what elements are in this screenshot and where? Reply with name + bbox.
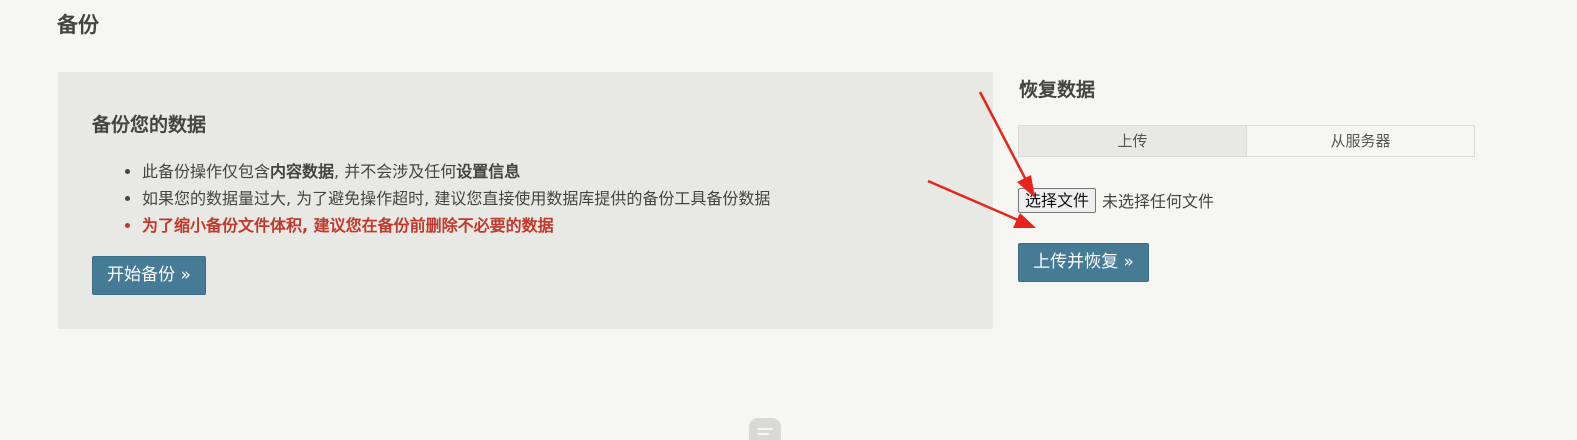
tab-from-server[interactable]: 从服务器 [1247,126,1474,156]
note-text: 此备份操作仅包含 [142,162,271,181]
start-backup-button[interactable]: 开始备份 » [92,256,206,295]
file-input-row: 选择文件 未选择任何文件 [1018,187,1214,213]
page: 备份 备份您的数据 此备份操作仅包含内容数据, 并不会涉及任何设置信息 如果您的… [0,0,1577,440]
feedback-icon[interactable] [749,418,781,440]
upload-restore-button[interactable]: 上传并恢复 » [1018,243,1149,282]
choose-file-button[interactable]: 选择文件 [1018,187,1097,213]
tab-upload[interactable]: 上传 [1019,126,1247,156]
note-text: , 并不会涉及任何 [334,162,457,181]
file-status-text: 未选择任何文件 [1102,192,1215,211]
page-title: 备份 [57,13,99,37]
backup-panel: 备份您的数据 此备份操作仅包含内容数据, 并不会涉及任何设置信息 如果您的数据量… [58,72,993,329]
restore-title: 恢复数据 [1019,79,1096,101]
note-bold-content-data: 内容数据 [270,162,335,181]
note-bold-settings: 设置信息 [456,162,521,181]
backup-heading: 备份您的数据 [92,114,207,136]
backup-notes-list: 此备份操作仅包含内容数据, 并不会涉及任何设置信息 如果您的数据量过大, 为了避… [100,158,1002,239]
list-item: 如果您的数据量过大, 为了避免操作超时, 建议您直接使用数据库提供的备份工具备份… [142,185,1002,212]
warning-list-item: 为了缩小备份文件体积, 建议您在备份前删除不必要的数据 [142,212,1002,239]
list-item: 此备份操作仅包含内容数据, 并不会涉及任何设置信息 [142,158,1002,185]
restore-tabs: 上传 从服务器 [1018,125,1475,157]
